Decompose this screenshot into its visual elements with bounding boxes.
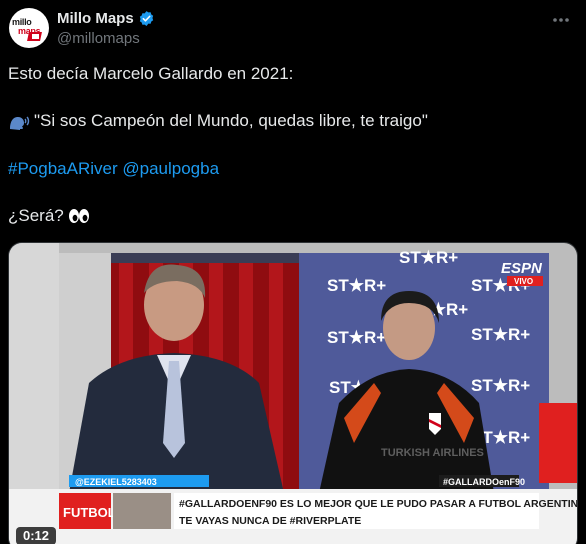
tweet-text-line3: #PogbaARiver @paulpogba xyxy=(8,159,219,179)
live-tag: VIVO xyxy=(514,277,533,286)
mention-link[interactable]: @paulpogba xyxy=(122,159,219,178)
video-frame: ST★R+ ST★R+ ST★R+ ST★R+ ST★R+ ST★R+ ST★ … xyxy=(9,243,578,544)
svg-text:ST★R+: ST★R+ xyxy=(471,376,530,395)
section-label: FUTBOL xyxy=(63,505,116,520)
svg-text:ST★R+: ST★R+ xyxy=(327,328,386,347)
banner-line2: TE VAYAS NUNCA DE #RIVERPLATE xyxy=(179,515,361,527)
tweet-text-line4: ¿Será? xyxy=(8,206,90,226)
verified-badge-icon xyxy=(139,10,153,26)
hashtag-link[interactable]: #PogbaARiver xyxy=(8,159,118,178)
handle-tag: @EZEKIEL5283403 xyxy=(75,477,157,487)
avatar[interactable]: millo maps xyxy=(9,8,49,48)
speaking-head-icon xyxy=(10,116,30,130)
banner-line1: #GALLARDOENF90 ES LO MEJOR QUE LE PUDO P… xyxy=(179,498,578,510)
tweet-quote: "Si sos Campeón del Mundo, quedas libre,… xyxy=(34,111,428,130)
tweet-text-line2: "Si sos Campeón del Mundo, quedas libre,… xyxy=(8,111,428,131)
more-options-icon[interactable] xyxy=(551,10,571,30)
video-timestamp: 0:12 xyxy=(16,527,57,544)
tweet-question: ¿Será? xyxy=(8,206,64,225)
avatar-logo-mark-inner xyxy=(32,34,39,39)
author-handle[interactable]: @millomaps xyxy=(57,30,140,47)
show-tag: #GALLARDOenF90 xyxy=(443,477,525,487)
author-name-row: Millo Maps xyxy=(57,8,155,28)
video-player[interactable]: ST★R+ ST★R+ ST★R+ ST★R+ ST★R+ ST★R+ ST★ … xyxy=(8,242,578,544)
author-display-name[interactable]: Millo Maps xyxy=(57,10,134,27)
espn-logo: ESPN xyxy=(501,260,543,277)
svg-text:ST★R+: ST★R+ xyxy=(399,248,458,267)
svg-text:ST★R+: ST★R+ xyxy=(471,325,530,344)
tweet-text-line1: Esto decía Marcelo Gallardo en 2021: xyxy=(8,64,294,83)
eyes-icon xyxy=(68,209,89,223)
jersey-sponsor: TURKISH AIRLINES xyxy=(381,447,484,459)
svg-text:ST★R+: ST★R+ xyxy=(327,276,386,295)
